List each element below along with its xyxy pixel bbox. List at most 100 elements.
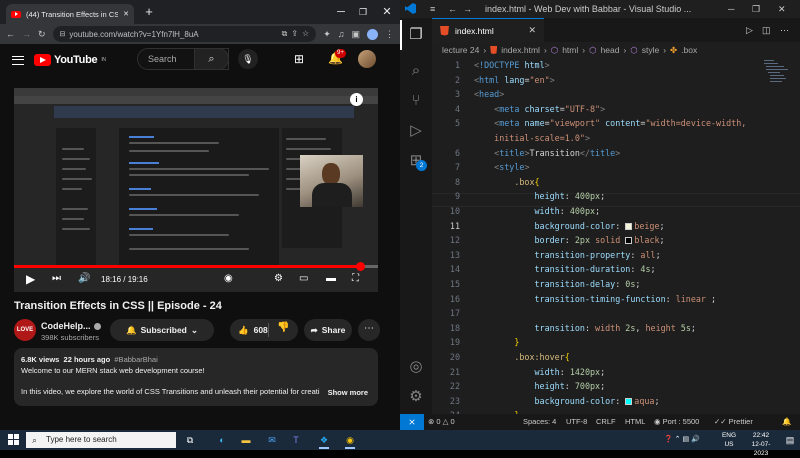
code-line[interactable]: <!DOCTYPE html>: [474, 60, 550, 70]
indentation-status[interactable]: Spaces: 4: [523, 414, 556, 430]
subscribed-button[interactable]: 🔔 Subscribed ⌄: [110, 319, 214, 341]
vscode-taskbar-icon[interactable]: ❖: [316, 432, 332, 448]
tray-chevron-up-icon[interactable]: ⌃: [675, 436, 681, 443]
taskbar-clock[interactable]: 22:42 12-07-2023: [746, 431, 776, 458]
hashtag[interactable]: #BabbarBhai: [114, 355, 157, 364]
menu-icon[interactable]: ≡: [430, 0, 435, 18]
help-icon[interactable]: ❓: [664, 436, 673, 443]
problems-indicator[interactable]: ⊗ 0 △ 0: [428, 414, 455, 430]
minimize-window-icon[interactable]: ─: [330, 0, 352, 24]
prettier-status[interactable]: ✓✓ Prettier: [714, 414, 753, 430]
encoding-status[interactable]: UTF-8: [566, 414, 587, 430]
browser-tab[interactable]: (44) Transition Effects in CSS || Episo …: [6, 4, 134, 24]
manage-gear-icon[interactable]: ⚙: [400, 382, 432, 412]
video-scrubber-handle[interactable]: [355, 262, 365, 271]
video-description[interactable]: 6.8K views 22 hours ago #BabbarBhai Welc…: [14, 348, 378, 406]
vscode-minimize-icon[interactable]: ─: [728, 0, 734, 18]
volume-icon[interactable]: 🔊: [78, 273, 90, 284]
breadcrumb-item[interactable]: head: [601, 45, 620, 55]
url-field[interactable]: ⊟ youtube.com/watch?v=1Yfn7lH_8uA ⧉ ⇪ ☆: [52, 26, 317, 42]
tab-close-icon[interactable]: ✕: [123, 10, 129, 18]
play-icon[interactable]: ▶: [26, 272, 35, 286]
show-more-link[interactable]: Show more: [328, 387, 368, 398]
vscode-maximize-icon[interactable]: ❐: [752, 0, 760, 18]
split-editor-icon[interactable]: ◫: [762, 18, 771, 42]
code-line[interactable]: border: 2px solid black;: [474, 235, 665, 245]
breadcrumb-item[interactable]: .box: [681, 45, 697, 55]
bookmark-star-icon[interactable]: ☆: [302, 30, 309, 38]
file-explorer-icon[interactable]: ▬: [238, 432, 254, 448]
run-icon[interactable]: ▷: [746, 18, 753, 42]
editor-more-icon[interactable]: ⋯: [780, 18, 789, 42]
action-center-icon[interactable]: ▤: [782, 432, 798, 448]
teams-icon[interactable]: T: [288, 432, 304, 448]
notifications-bell-icon[interactable]: 🔔: [782, 414, 791, 430]
autoplay-toggle-icon[interactable]: ◉: [224, 273, 233, 284]
media-icon[interactable]: ♫: [338, 29, 345, 39]
maximize-window-icon[interactable]: ❐: [352, 0, 374, 24]
back-icon[interactable]: ←: [6, 29, 15, 39]
code-line[interactable]: transition-delay: 0s;: [474, 279, 641, 289]
breadcrumb-item[interactable]: style: [642, 45, 659, 55]
extensions-icon[interactable]: ✦: [323, 29, 331, 39]
youtube-account-avatar[interactable]: [358, 50, 376, 68]
taskbar-search-input[interactable]: Type here to search: [26, 432, 176, 448]
settings-gear-icon[interactable]: ⚙: [274, 273, 283, 284]
open-in-app-icon[interactable]: ⧉: [282, 30, 288, 38]
channel-avatar[interactable]: LOVE B: [14, 319, 36, 355]
video-more-icon[interactable]: i: [350, 93, 363, 106]
search-button[interactable]: ⌕: [194, 48, 229, 70]
site-info-icon[interactable]: ⊟: [60, 31, 66, 38]
windows-start-icon[interactable]: [8, 434, 19, 445]
theater-mode-icon[interactable]: ▬: [326, 273, 336, 284]
search-sidebar-icon[interactable]: ⌕: [400, 56, 432, 86]
close-window-icon[interactable]: ✕: [376, 0, 398, 24]
code-line[interactable]: width: 400px;: [474, 206, 601, 216]
code-line[interactable]: height: 700px;: [474, 381, 606, 391]
hamburger-menu-icon[interactable]: [12, 55, 24, 65]
forward-icon[interactable]: →: [22, 29, 31, 39]
code-line[interactable]: background-color: beige;: [474, 221, 665, 231]
code-line[interactable]: width: 1420px;: [474, 367, 606, 377]
code-line[interactable]: <meta name="viewport" content="width=dev…: [474, 118, 746, 128]
share-button[interactable]: ➦ Share: [304, 319, 352, 341]
more-actions-button[interactable]: ⋯: [358, 319, 380, 341]
channel-name[interactable]: CodeHelp...: [41, 321, 91, 331]
mail-icon[interactable]: ✉: [264, 432, 280, 448]
nav-back-icon[interactable]: ←: [448, 0, 457, 18]
speaker-icon[interactable]: 🔊: [691, 436, 700, 443]
code-line[interactable]: <html lang="en">: [474, 75, 555, 85]
nav-forward-icon[interactable]: →: [463, 0, 472, 18]
code-line[interactable]: <head>: [474, 89, 504, 99]
profile-avatar[interactable]: [367, 28, 378, 40]
breadcrumb-item[interactable]: lecture 24: [442, 45, 479, 55]
eol-status[interactable]: CRLF: [596, 414, 616, 430]
miniplayer-icon[interactable]: ▭: [299, 273, 308, 284]
code-line[interactable]: height: 400px;: [474, 191, 606, 201]
explorer-icon[interactable]: ❐: [400, 20, 432, 50]
edge-browser-icon[interactable]: ◐: [214, 432, 230, 448]
code-line[interactable]: transition: width 2s, height 5s;: [474, 323, 696, 333]
input-language[interactable]: ENG US: [718, 431, 740, 449]
next-video-icon[interactable]: ⏭: [52, 273, 61, 284]
task-view-icon[interactable]: ⧉: [182, 432, 198, 448]
editor-tab-index-html[interactable]: index.html ✕: [432, 18, 544, 42]
voice-search-button[interactable]: 🎙: [238, 49, 258, 69]
code-line[interactable]: transition-duration: 4s;: [474, 264, 656, 274]
channel-name-row[interactable]: CodeHelp...: [41, 321, 101, 331]
chrome-taskbar-icon[interactable]: ◉: [342, 432, 358, 448]
code-line[interactable]: transition-property: all;: [474, 250, 661, 260]
language-mode-status[interactable]: HTML: [625, 414, 645, 430]
new-tab-button[interactable]: +: [138, 0, 160, 24]
source-control-icon[interactable]: ⑂: [400, 86, 432, 116]
code-line[interactable]: }: [474, 337, 519, 347]
thumbs-down-icon[interactable]: 👎: [277, 322, 289, 333]
minimap[interactable]: [764, 58, 794, 88]
code-line[interactable]: initial-scale=1.0">: [474, 133, 590, 143]
code-line[interactable]: background-color: aqua;: [474, 396, 660, 406]
vscode-close-icon[interactable]: ✕: [778, 0, 786, 18]
code-line[interactable]: .box{: [474, 177, 539, 187]
extensions-sidebar-icon[interactable]: ⊞: [400, 146, 432, 176]
fullscreen-icon[interactable]: ⛶: [352, 273, 359, 284]
code-line[interactable]: <style>: [474, 162, 529, 172]
